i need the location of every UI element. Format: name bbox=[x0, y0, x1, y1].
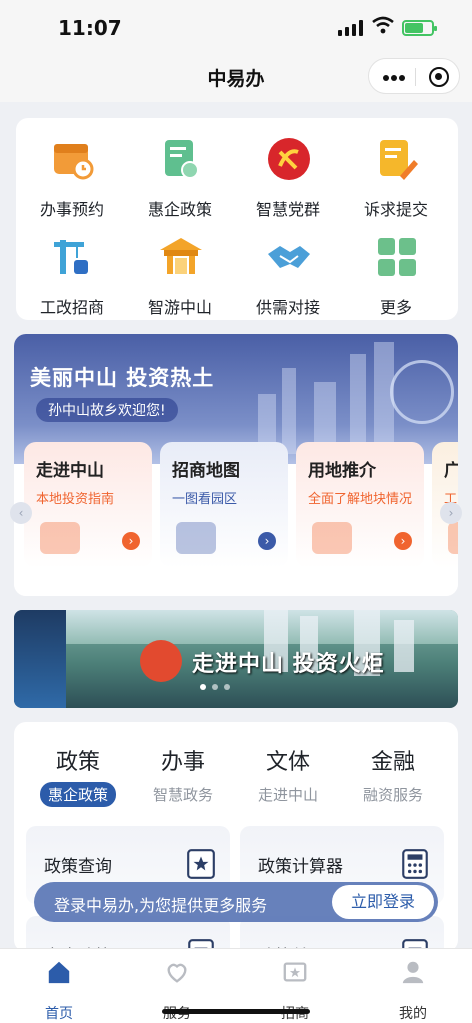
arrow-right-icon[interactable]: › bbox=[394, 532, 412, 550]
policy-label: 政策查询 bbox=[44, 857, 112, 877]
carousel-next-icon[interactable]: › bbox=[440, 502, 462, 524]
service-document-edit[interactable]: 诉求提交 bbox=[346, 124, 446, 219]
grid-more-icon bbox=[378, 238, 416, 276]
service-pavilion[interactable]: 智游中山 bbox=[130, 222, 230, 317]
service-party-emblem[interactable]: 智慧党群 bbox=[238, 124, 338, 219]
feature-card[interactable]: 走进中山 本地投资指南 › bbox=[24, 442, 152, 568]
arrow-right-icon[interactable]: › bbox=[258, 532, 276, 550]
tab-title: 政策 bbox=[55, 750, 100, 775]
service-calendar-clock[interactable]: 办事预约 bbox=[22, 124, 122, 219]
tab-subtitle: 惠企政策 bbox=[39, 782, 116, 807]
handshake-icon bbox=[268, 246, 310, 268]
tabbar-label: 我的 bbox=[399, 1006, 427, 1022]
login-message: 登录中易办,为您提供更多服务 bbox=[54, 896, 268, 915]
investment-icon bbox=[283, 962, 307, 982]
carousel-prev-icon[interactable]: ‹ bbox=[10, 502, 32, 524]
category-tab[interactable]: 政策 惠企政策 bbox=[24, 744, 132, 807]
service-grid-more[interactable]: 更多 bbox=[346, 222, 446, 317]
service-label: 诉求提交 bbox=[363, 200, 428, 219]
home-icon bbox=[48, 961, 70, 984]
service-label: 惠企政策 bbox=[147, 200, 212, 219]
status-bar: 11:07 bbox=[0, 0, 472, 52]
service-crane[interactable]: 工改招商 bbox=[22, 222, 122, 317]
torch-logo-icon bbox=[140, 640, 182, 682]
home-indicator bbox=[162, 1009, 310, 1014]
service-label: 办事预约 bbox=[39, 200, 104, 219]
party-emblem-icon bbox=[268, 138, 310, 180]
service-label: 工改招商 bbox=[39, 298, 104, 317]
certificate-icon bbox=[165, 140, 199, 179]
policy-label: 政策计算器 bbox=[258, 857, 343, 877]
feature-title: 走进中山 bbox=[36, 461, 104, 481]
nav-bar: 中易办 bbox=[0, 52, 472, 102]
tabbar-label: 首页 bbox=[45, 1006, 73, 1022]
tab-title: 金融 bbox=[370, 750, 415, 775]
tabbar-item-user[interactable]: 我的 bbox=[354, 959, 472, 1023]
document-edit-icon bbox=[380, 140, 418, 180]
feature-illustration bbox=[448, 522, 458, 554]
feature-card[interactable]: 招商地图 一图看园区 › bbox=[160, 442, 288, 568]
capsule-divider bbox=[415, 68, 416, 86]
feature-title: 招商地图 bbox=[172, 461, 240, 481]
pavilion-icon bbox=[160, 238, 202, 274]
service-label: 供需对接 bbox=[255, 298, 320, 317]
more-options-icon[interactable] bbox=[383, 75, 405, 81]
category-tab[interactable]: 文体 走进中山 bbox=[234, 744, 342, 807]
investment-banner: 美丽中山 投资热土 孙中山故乡欢迎您! 走进中山 本地投资指南 › 招商地图 一图… bbox=[14, 334, 458, 596]
ferris-wheel-illustration bbox=[390, 360, 454, 424]
service-label: 智游中山 bbox=[147, 298, 212, 317]
login-prompt: 登录中易办,为您提供更多服务 立即登录 bbox=[34, 882, 438, 922]
tab-title: 办事 bbox=[160, 750, 205, 775]
tab-title: 文体 bbox=[265, 750, 310, 775]
feature-title: 用地推介 bbox=[308, 461, 376, 481]
service-label: 更多 bbox=[379, 298, 412, 317]
building bbox=[394, 620, 414, 672]
tab-subtitle: 走进中山 bbox=[257, 786, 318, 804]
tab-subtitle: 智慧政务 bbox=[152, 786, 213, 804]
tab-subtitle: 融资服务 bbox=[362, 786, 423, 804]
service-label: 智慧党群 bbox=[255, 200, 320, 219]
calendar-clock-icon bbox=[54, 144, 94, 180]
feature-subtitle: 本地投资指南 bbox=[36, 492, 115, 507]
status-time: 11:07 bbox=[58, 16, 122, 40]
feature-card[interactable]: 用地推介 全面了解地块情况 › bbox=[296, 442, 424, 568]
service-certificate[interactable]: 惠企政策 bbox=[130, 124, 230, 219]
category-tab[interactable]: 办事 智慧政务 bbox=[129, 744, 237, 807]
calculator-icon bbox=[402, 849, 428, 879]
banner-subline: 孙中山故乡欢迎您! bbox=[36, 398, 178, 422]
feature-illustration bbox=[176, 522, 216, 554]
battery-icon bbox=[402, 20, 437, 36]
crane-icon bbox=[54, 240, 88, 274]
login-button[interactable]: 立即登录 bbox=[332, 885, 434, 919]
service-heart-icon bbox=[167, 963, 187, 983]
tabbar-item-home[interactable]: 首页 bbox=[0, 959, 118, 1023]
arrow-right-icon[interactable]: › bbox=[122, 532, 140, 550]
feature-illustration bbox=[312, 522, 352, 554]
carousel-dots bbox=[200, 684, 270, 690]
banner-headline: 美丽中山 投资热土 bbox=[30, 366, 215, 390]
policy-book-icon bbox=[187, 849, 215, 879]
wifi-icon bbox=[372, 16, 394, 34]
service-handshake[interactable]: 供需对接 bbox=[238, 222, 338, 317]
signal-icon bbox=[338, 20, 364, 36]
category-tab[interactable]: 金融 融资服务 bbox=[339, 744, 447, 807]
close-miniprogram-icon[interactable] bbox=[429, 67, 449, 87]
feature-subtitle: 全面了解地块情况 bbox=[308, 492, 413, 507]
feature-subtitle: 一图看园区 bbox=[172, 492, 238, 507]
user-icon bbox=[402, 961, 424, 984]
promo-photo-banner[interactable]: 走进中山 投资火炬 bbox=[14, 610, 458, 708]
previous-slide-peek bbox=[14, 610, 66, 708]
miniprogram-capsule bbox=[368, 58, 460, 94]
feature-illustration bbox=[40, 522, 80, 554]
feature-title: 广 bbox=[444, 461, 458, 481]
banner-slogan: 走进中山 投资火炬 bbox=[192, 652, 385, 677]
service-grid: 办事预约 惠企政策 智慧党群 诉求提交 工改招商 智游中山 供需对接 更多 bbox=[16, 118, 458, 320]
